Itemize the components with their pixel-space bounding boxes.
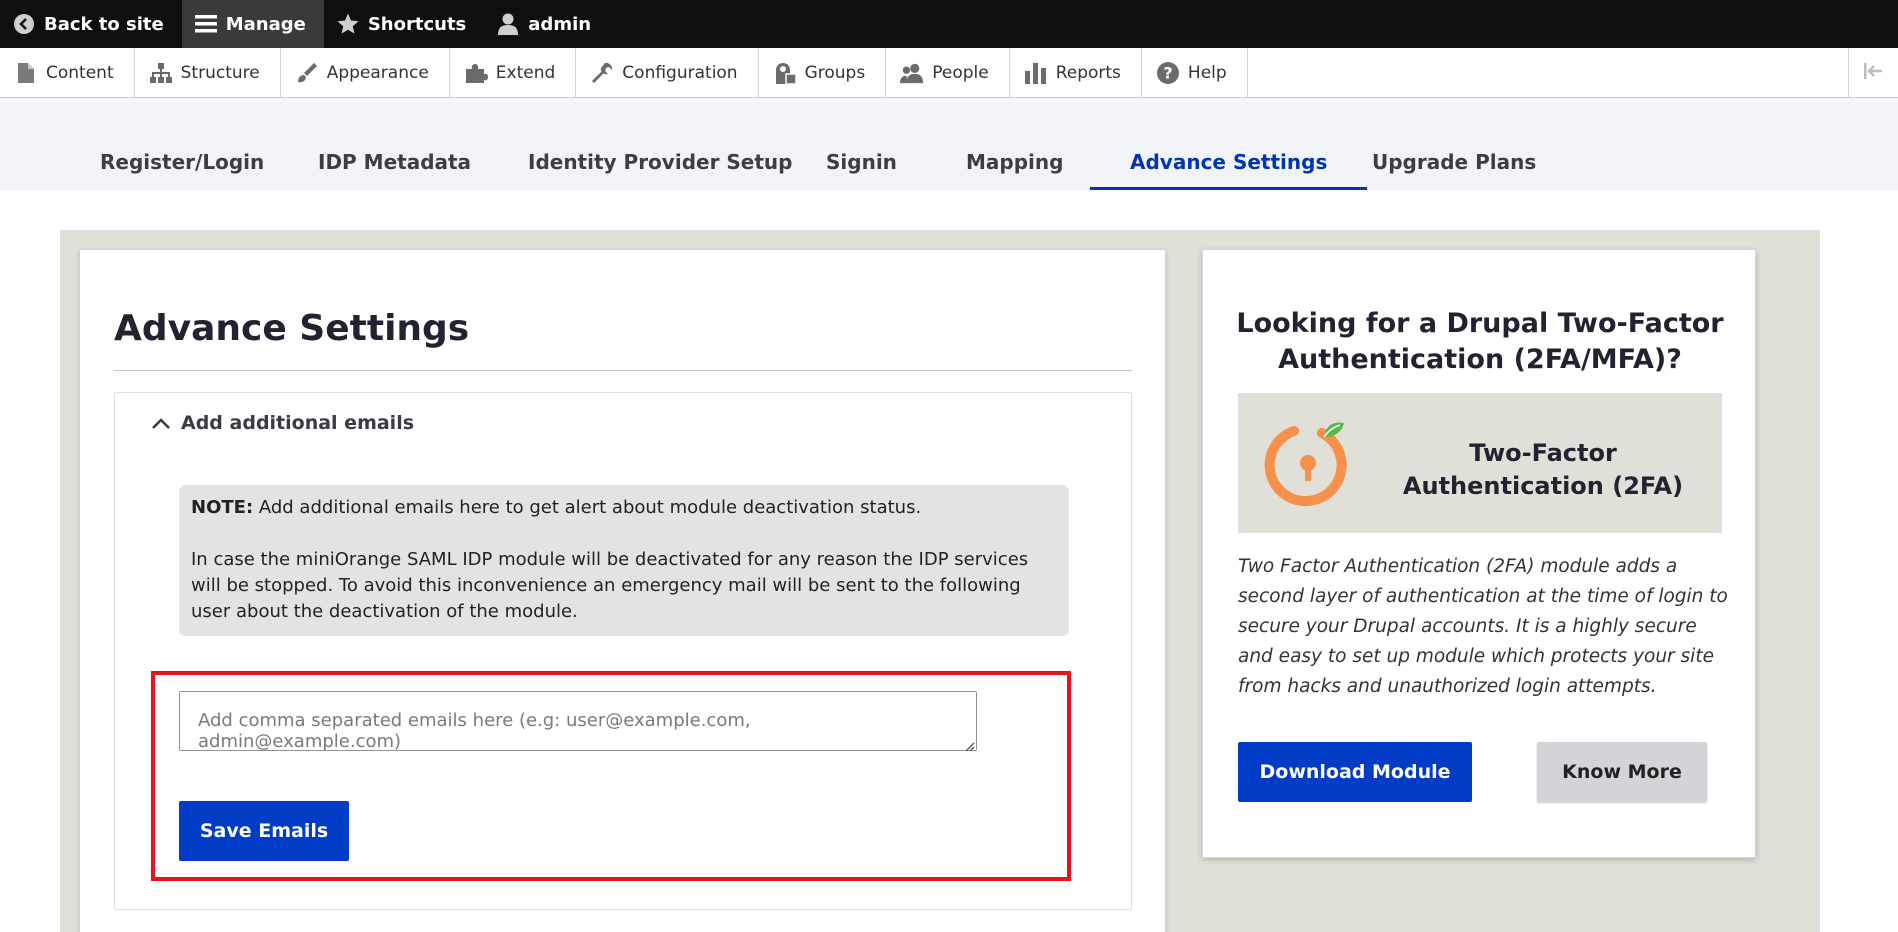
additional-emails-section: Add additional emails NOTE: Add addition… (114, 392, 1132, 910)
shortcuts-label: Shortcuts (367, 13, 467, 35)
note-label: NOTE: (191, 497, 254, 518)
promo-banner: Two-Factor Authentication (2FA) (1238, 393, 1722, 533)
tray-label: Structure (180, 62, 260, 83)
help-icon: ? (1156, 61, 1180, 85)
shortcuts-tab[interactable]: Shortcuts (324, 0, 484, 48)
people-icon (900, 61, 924, 85)
tab-advance-settings[interactable]: Advance Settings (1090, 150, 1368, 190)
tray-item-groups[interactable]: Groups (759, 48, 887, 97)
svg-text:?: ? (1163, 63, 1172, 82)
section-summary-toggle[interactable]: Add additional emails (149, 411, 414, 435)
module-tabs: Register/Login IDP Metadata Identity Pro… (0, 98, 1898, 190)
note-paragraph: In case the miniOrange SAML IDP module w… (191, 549, 1029, 622)
two-factor-logo-icon (1264, 417, 1356, 509)
collapse-arrow-icon (1862, 61, 1886, 85)
tray-item-extend[interactable]: Extend (450, 48, 577, 97)
tray-label: Extend (495, 62, 556, 83)
download-module-button[interactable]: Download Module (1238, 742, 1472, 802)
tab-upgrade-plans[interactable]: Upgrade Plans (1332, 150, 1576, 190)
user-tab[interactable]: admin (484, 0, 609, 48)
tray-item-content[interactable]: Content (0, 48, 135, 97)
chevron-up-icon (149, 411, 173, 435)
bar-chart-icon (1024, 61, 1048, 85)
note-box: NOTE: Add additional emails here to get … (179, 485, 1069, 636)
admin-tray: Content Structure Appearance Extend Conf… (0, 48, 1898, 98)
tab-register-login[interactable]: Register/Login (60, 150, 304, 190)
tray-item-help[interactable]: ? Help (1142, 48, 1248, 97)
title-divider (114, 370, 1132, 371)
tray-label: Configuration (622, 62, 738, 83)
note-text: Add additional emails here to get alert … (253, 497, 922, 518)
promo-description: Two Factor Authentication (2FA) module a… (1238, 556, 1728, 697)
admin-toolbar: Back to site Manage Shortcuts admin (0, 0, 1898, 48)
paintbrush-icon (295, 61, 319, 85)
tray-item-people[interactable]: People (886, 48, 1010, 97)
star-icon (336, 12, 360, 36)
additional-emails-input[interactable] (179, 691, 977, 751)
chevron-left-circle-icon (12, 12, 36, 36)
back-to-site-link[interactable]: Back to site (0, 0, 182, 48)
tray-item-reports[interactable]: Reports (1010, 48, 1142, 97)
settings-card: Advance Settings Add additional emails N… (79, 249, 1166, 932)
tray-label: Appearance (326, 62, 429, 83)
tray-item-configuration[interactable]: Configuration (576, 48, 759, 97)
resize-grip-icon[interactable] (963, 737, 975, 752)
promo-banner-title: Two-Factor Authentication (2FA) (1402, 439, 1684, 500)
tab-signin[interactable]: Signin (786, 150, 937, 190)
know-more-button[interactable]: Know More (1537, 742, 1707, 802)
tray-label: Help (1187, 62, 1227, 83)
tray-label: Content (46, 62, 114, 83)
tray-label: Groups (804, 62, 866, 83)
tray-collapse-toggle[interactable] (1848, 48, 1898, 97)
page-title: Advance Settings (114, 308, 470, 349)
tray-label: People (932, 62, 989, 83)
hamburger-icon (194, 12, 218, 36)
groups-icon (773, 61, 797, 85)
sitemap-icon (149, 61, 173, 85)
file-icon (14, 61, 38, 85)
tray-label: Reports (1055, 62, 1121, 83)
tab-identity-provider-setup[interactable]: Identity Provider Setup (488, 150, 832, 190)
section-summary-label: Add additional emails (181, 412, 415, 434)
tab-mapping[interactable]: Mapping (926, 150, 1103, 190)
save-emails-button[interactable]: Save Emails (179, 801, 349, 861)
back-to-site-label: Back to site (44, 13, 164, 35)
promo-title: Looking for a Drupal Two-Factor Authenti… (1236, 308, 1724, 375)
puzzle-icon (464, 61, 488, 85)
wrench-icon (590, 61, 614, 85)
manage-label: Manage (225, 13, 306, 35)
user-label: admin (528, 13, 592, 35)
tab-idp-metadata[interactable]: IDP Metadata (278, 150, 511, 190)
manage-tab[interactable]: Manage (181, 0, 324, 48)
tray-item-appearance[interactable]: Appearance (281, 48, 450, 97)
tray-item-structure[interactable]: Structure (135, 48, 281, 97)
promo-card: Looking for a Drupal Two-Factor Authenti… (1202, 249, 1756, 858)
user-icon (496, 12, 520, 36)
